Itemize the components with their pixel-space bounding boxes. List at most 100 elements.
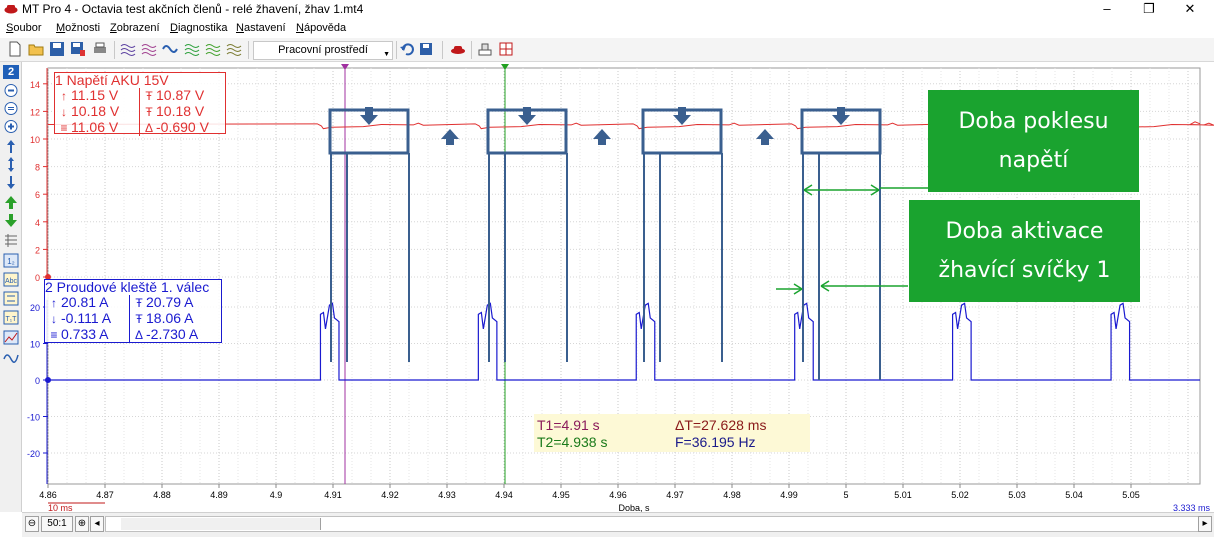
average-icon: ≡ [50, 328, 58, 342]
cursor-values-icon[interactable]: 1₂ [3, 253, 19, 268]
channel1-avg: 11.06 V [71, 119, 119, 135]
x-tick-label: 4.9 [270, 490, 283, 500]
channel2-info-box[interactable]: 2 Proudové kleště 1. válec ↑ 20.81 A Ŧ 20.… [44, 279, 222, 343]
zoom-in-icon[interactable] [3, 119, 19, 134]
arrow-up-green-icon[interactable] [3, 195, 19, 210]
grid-icon[interactable] [498, 41, 514, 57]
channel1-label: 1 Napětí AKU 15V [55, 72, 169, 88]
channel1-cursor2: 10.18 V [156, 103, 205, 119]
save-as-icon[interactable] [70, 41, 86, 57]
x-tick-label: 4.98 [723, 490, 741, 500]
horizontal-scrollbar[interactable] [105, 516, 1205, 532]
cursor1-icon: Ŧ [145, 89, 153, 103]
zoom-ratio[interactable]: 50:1 [41, 516, 73, 532]
y1-tick-label: 6 [35, 190, 40, 200]
title-bar: MT Pro 4 - Octavia test akčních členů - … [0, 0, 1214, 19]
dropdown-arrow-icon: ▼ [383, 51, 390, 58]
grid-lines-icon[interactable] [3, 233, 19, 248]
zoom-reset-icon[interactable] [3, 101, 19, 116]
waveform-view-icon[interactable] [3, 349, 19, 364]
cursor-frequency-value: F=36.195 Hz [675, 434, 756, 450]
x-tick-label: 5.04 [1065, 490, 1083, 500]
menu-nastaveni[interactable]: Nastavení [236, 22, 286, 34]
x-tick-label: 4.87 [96, 490, 114, 500]
callout-voltage-drop: Doba poklesu napětí [928, 90, 1139, 192]
signal-mode-2-icon[interactable] [141, 41, 157, 57]
zoom-out-small-icon[interactable]: ⊖ [25, 516, 39, 532]
move-down-icon[interactable] [3, 175, 19, 190]
menu-zobrazeni[interactable]: Zobrazení [110, 22, 160, 34]
channel1-info-box[interactable]: 1 Napětí AKU 15V ↑ 11.15 V Ŧ 10.87 V ↓ 10.1… [54, 72, 226, 136]
scroll-left-icon[interactable]: ◂ [90, 516, 104, 532]
minimize-button[interactable]: – [1087, 0, 1127, 19]
y2-tick-label: -20 [27, 449, 40, 459]
signal-mode-4-icon[interactable] [184, 41, 200, 57]
x-tick-label: 5 [843, 490, 848, 500]
menu-moznosti[interactable]: Možnosti [56, 22, 100, 34]
new-file-icon[interactable] [7, 41, 23, 57]
status-bar: ⊖ 50:1 ⊕ ◂ ▸ [22, 512, 1214, 537]
ch2-zero-marker[interactable] [45, 377, 51, 383]
chart-view-icon[interactable] [3, 330, 19, 345]
arrow-down-green-icon[interactable] [3, 213, 19, 228]
value-markers-icon[interactable] [3, 291, 19, 306]
menu-napoveda[interactable]: Nápověda [296, 22, 346, 34]
cursor1-icon: Ŧ [135, 296, 143, 310]
expand-vertical-icon[interactable] [3, 157, 19, 172]
svg-text:1₂: 1₂ [7, 257, 15, 266]
open-folder-icon[interactable] [28, 41, 44, 57]
x-tick-label: 4.88 [153, 490, 171, 500]
save-workspace-icon[interactable] [418, 41, 434, 57]
signal-mode-1-icon[interactable] [120, 41, 136, 57]
x-tick-label: 4.99 [780, 490, 798, 500]
menu-diagnostika[interactable]: Diagnostika [170, 22, 228, 34]
zoom-in-small-icon[interactable]: ⊕ [75, 516, 89, 532]
car-icon[interactable] [450, 41, 466, 57]
y1-tick-label: 8 [35, 163, 40, 173]
menu-bar: Soubor Možnosti Zobrazení Diagnostika Na… [0, 19, 1214, 38]
cursor2-icon: Ŧ [135, 312, 143, 326]
channel-labels-icon[interactable]: Abc [3, 272, 19, 287]
cursor-t2-value: T2=4.938 s [537, 434, 608, 450]
x-tick-label: 4.86 [39, 490, 57, 500]
y2-tick-label: 10 [30, 340, 40, 350]
save-icon[interactable] [49, 41, 65, 57]
channel2-label: 2 Proudové kleště 1. válec [45, 279, 210, 295]
y2-tick-label: 20 [30, 303, 40, 313]
scroll-right-icon[interactable]: ▸ [1198, 516, 1212, 532]
undo-icon[interactable] [399, 41, 415, 57]
x-tick-label: 4.93 [438, 490, 456, 500]
x-tick-label: 5.01 [894, 490, 912, 500]
min-icon: ↓ [61, 105, 67, 119]
window-title: MT Pro 4 - Octavia test akčních členů - … [22, 2, 364, 16]
toolbar [0, 38, 1214, 62]
x-tick-label: 4.96 [609, 490, 627, 500]
y2-tick-label: -10 [27, 413, 40, 423]
signal-mode-6-icon[interactable] [226, 41, 242, 57]
x-tick-label: 4.94 [495, 490, 513, 500]
y1-tick-label: 0 [35, 273, 40, 283]
signal-mode-3-icon[interactable] [162, 41, 178, 57]
x-tick-label: 4.97 [666, 490, 684, 500]
time-markers-icon[interactable]: T₁T [3, 310, 19, 325]
page-number-badge[interactable]: 2 [3, 65, 19, 79]
signal-mode-5-icon[interactable] [205, 41, 221, 57]
max-icon: ↑ [61, 89, 67, 103]
menu-soubor[interactable]: Soubor [6, 22, 41, 34]
y1-tick-label: 12 [30, 107, 40, 117]
close-button[interactable]: ✕ [1170, 0, 1210, 19]
maximize-button[interactable]: ❐ [1129, 0, 1169, 19]
y1-tick-label: 14 [30, 80, 40, 90]
max-icon: ↑ [51, 296, 57, 310]
x-tick-label: 5.02 [951, 490, 969, 500]
x-division-label: 10 ms [48, 503, 73, 512]
workspace-dropdown[interactable]: Pracovní prostředí ▼ [253, 41, 393, 60]
zoom-out-icon[interactable] [3, 83, 19, 98]
cursor2-icon: Ŧ [145, 105, 153, 119]
channel1-max: 11.15 V [71, 87, 119, 103]
x-tick-label: 5.03 [1008, 490, 1026, 500]
print-icon[interactable] [92, 41, 108, 57]
channel2-delta: -2.730 A [146, 326, 199, 342]
move-up-icon[interactable] [3, 139, 19, 154]
measure-icon[interactable] [477, 41, 493, 57]
